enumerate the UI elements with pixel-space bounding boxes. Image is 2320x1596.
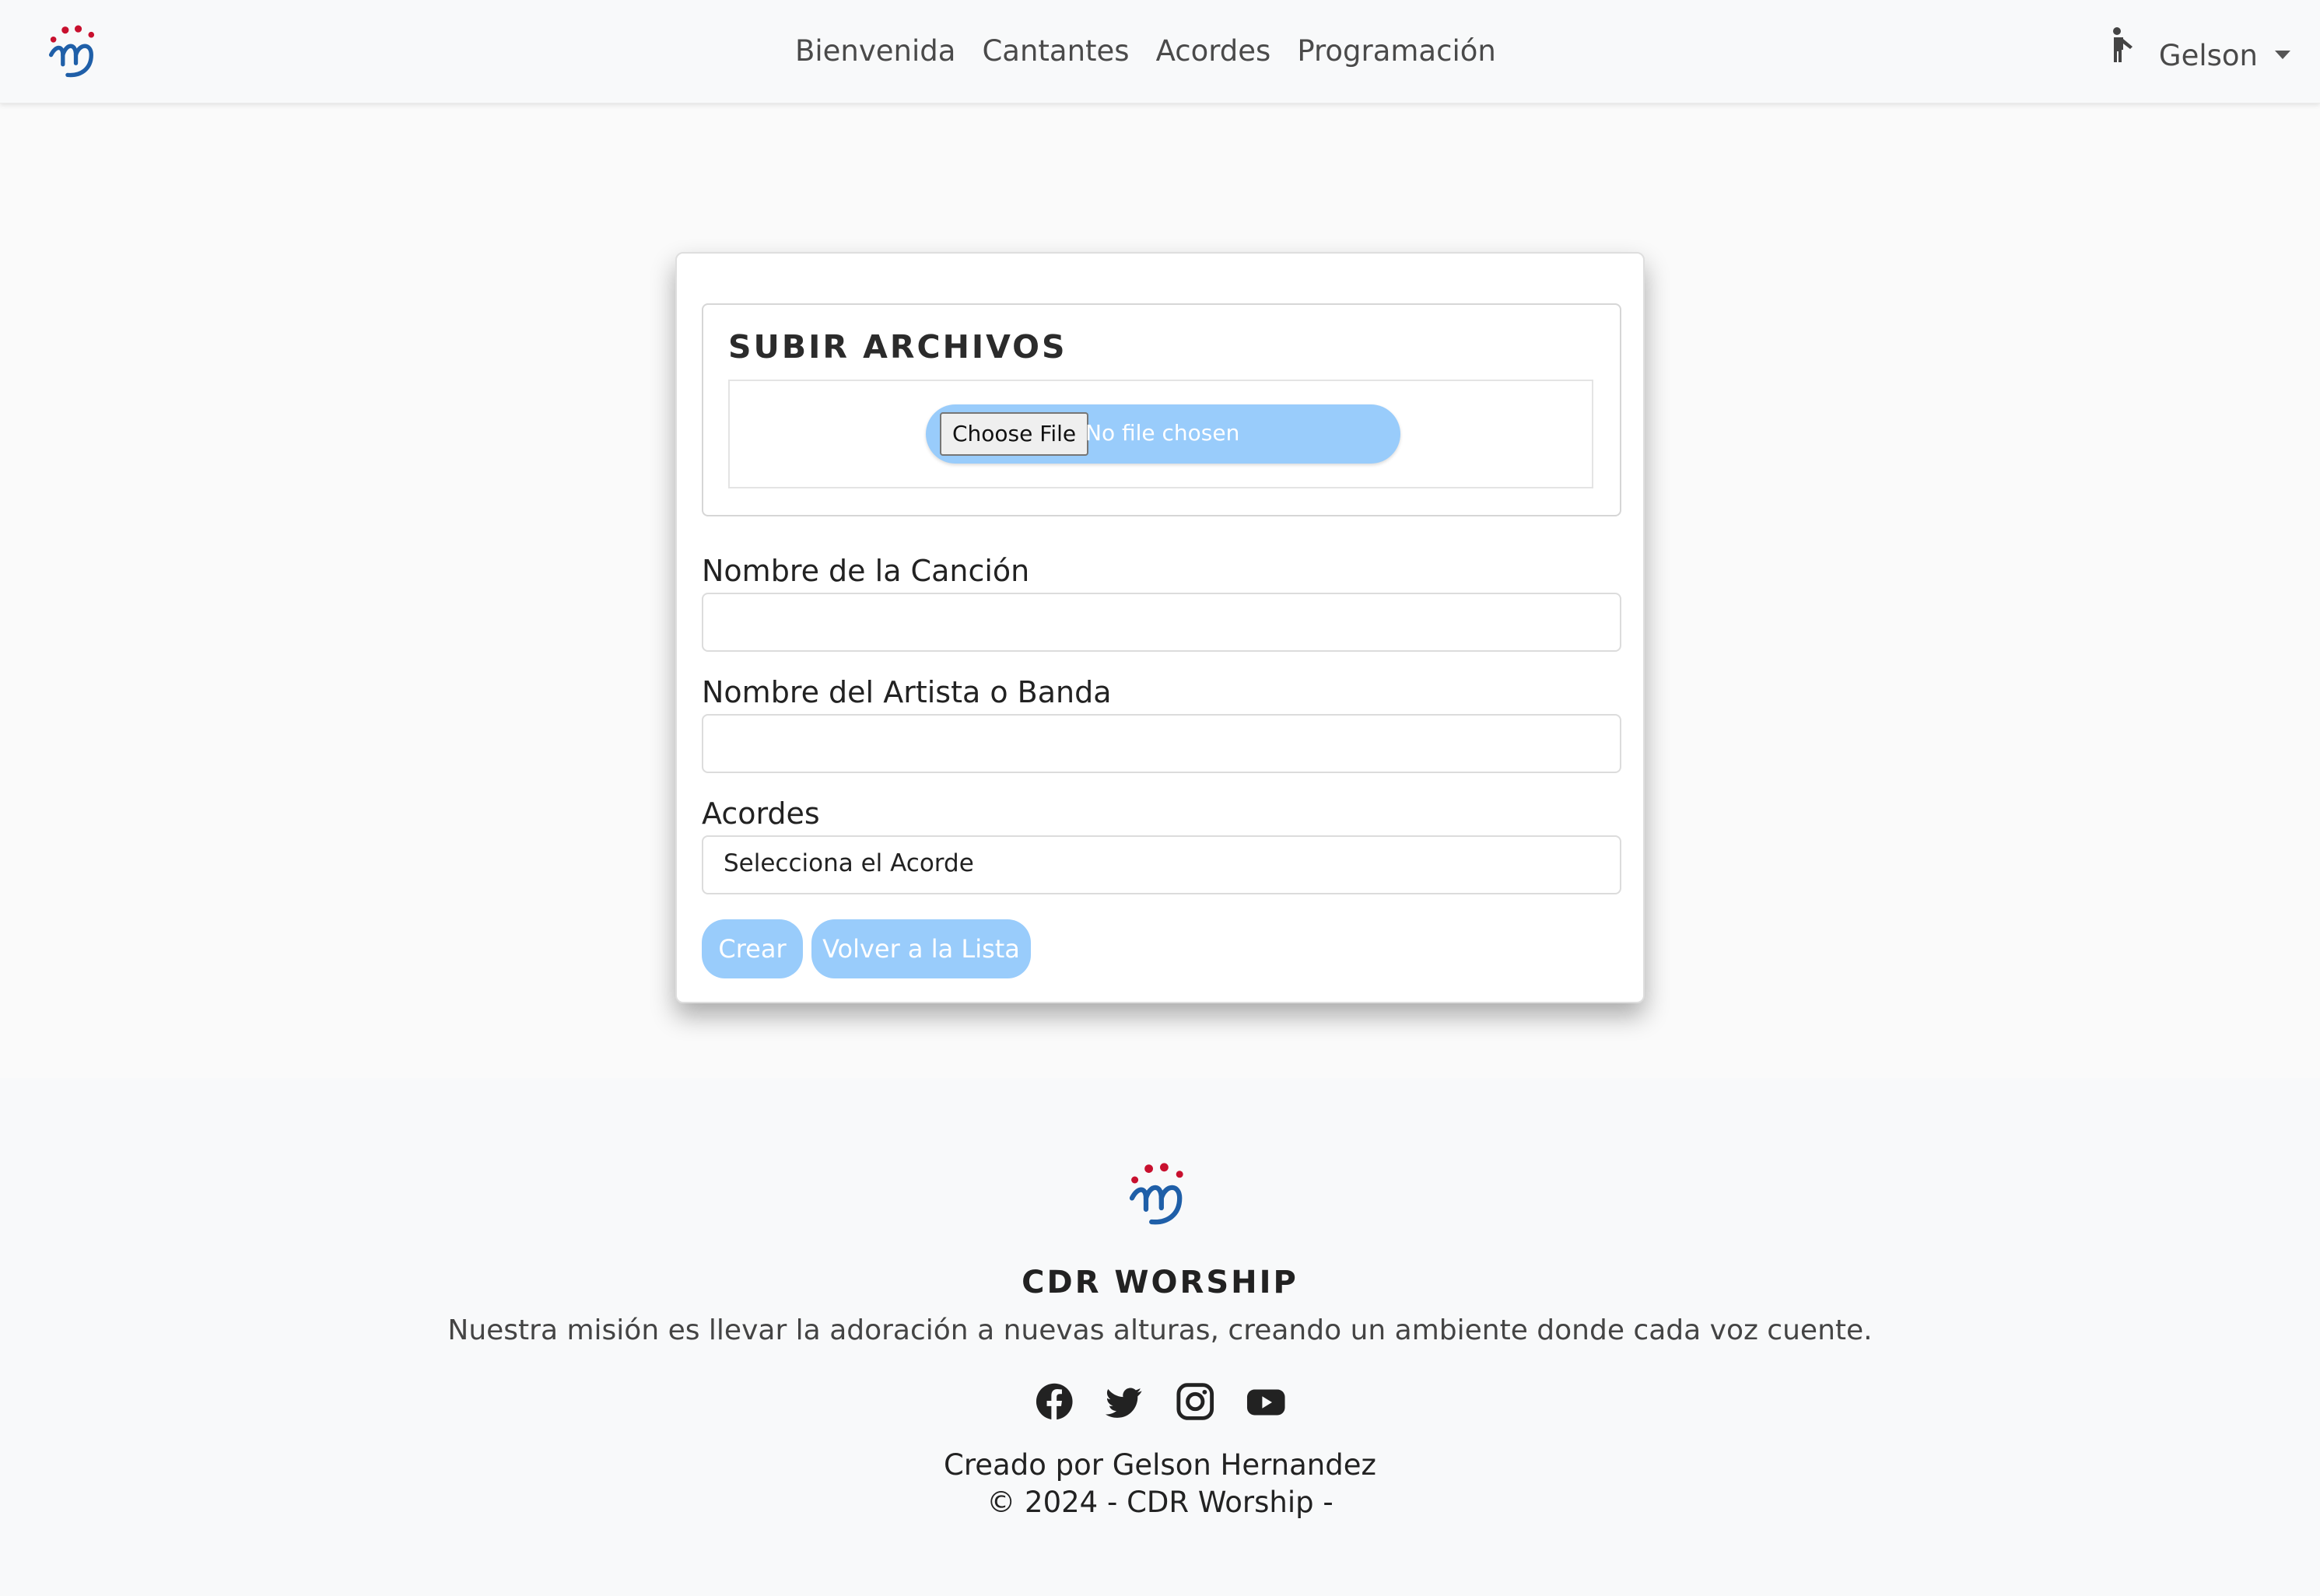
caret-down-icon[interactable] [2275,50,2290,59]
back-to-list-button[interactable]: Volver a la Lista [811,919,1031,978]
nav-link-cantantes[interactable]: Cantantes [982,34,1129,68]
chords-label: Acordes [702,796,820,831]
upload-title: SUBIR ARCHIVOS [728,328,1067,366]
chords-select[interactable]: Selecciona el Acorde [702,835,1621,894]
nav-link-acordes[interactable]: Acordes [1156,34,1271,68]
footer-copyright: © 2024 - CDR Worship - [987,1486,1333,1519]
footer: CDR WORSHIP Nuestra misión es llevar la … [0,1078,2320,1596]
upload-form-card: SUBIR ARCHIVOS Choose File No file chose… [675,252,1645,1003]
person-icon [2112,27,2133,62]
nav-link-bienvenida[interactable]: Bienvenida [795,34,955,68]
social-links [1035,1378,1285,1425]
artist-name-label: Nombre del Artista o Banda [702,675,1112,709]
footer-credit: Creado por Gelson Hernandez [944,1448,1376,1482]
file-status: No file chosen [1085,420,1240,446]
artist-name-input[interactable] [702,714,1621,773]
cdr-worship-logo-icon[interactable] [45,22,104,81]
chords-selected-value: Selecciona el Acorde [724,849,974,877]
facebook-icon[interactable] [1035,1381,1074,1422]
song-name-input[interactable] [702,593,1621,652]
twitter-icon[interactable] [1105,1381,1145,1422]
footer-title: CDR WORSHIP [1022,1265,1298,1300]
instagram-icon[interactable] [1176,1381,1215,1422]
user-name[interactable]: Gelson [2159,39,2258,72]
user-menu[interactable]: Gelson [2106,27,2290,75]
upload-section: SUBIR ARCHIVOS Choose File No file chose… [702,303,1621,516]
footer-mission: Nuestra misión es llevar la adoración a … [447,1314,1873,1346]
nav-link-programacion[interactable]: Programación [1297,34,1496,68]
main-nav: Bienvenida Cantantes Acordes Programació… [795,31,1496,70]
song-name-label: Nombre de la Canción [702,554,1030,588]
file-drop-zone: Choose File No file chosen [728,380,1593,488]
choose-file-button[interactable]: Choose File [940,412,1089,456]
create-button[interactable]: Crear [702,919,803,978]
navbar: Bienvenida Cantantes Acordes Programació… [0,0,2320,103]
youtube-icon[interactable] [1246,1381,1286,1422]
file-input[interactable]: Choose File No file chosen [926,404,1400,464]
cdr-worship-logo-icon [1129,1163,1183,1225]
